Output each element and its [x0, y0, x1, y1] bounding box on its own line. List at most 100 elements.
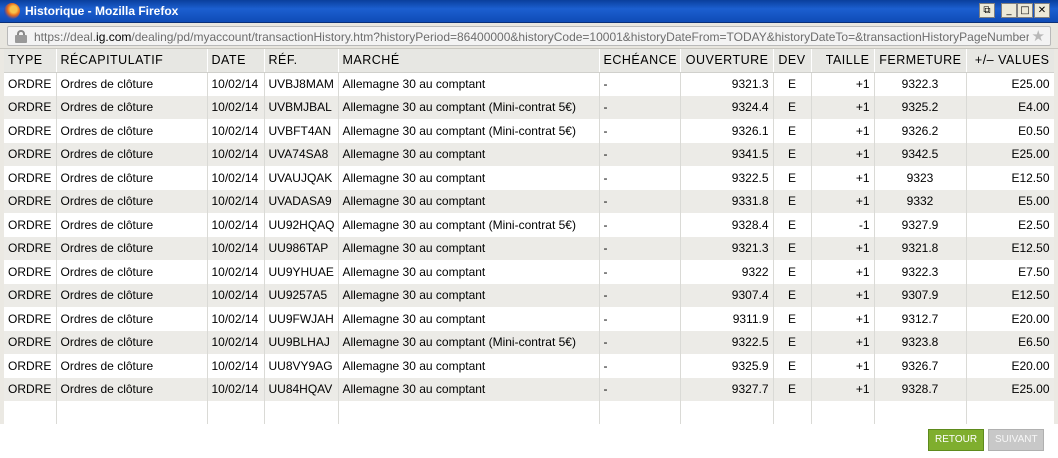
cell-ref: UVADASA9: [264, 189, 339, 213]
close-button[interactable]: ✕: [1034, 3, 1050, 18]
table-row[interactable]: ORDRE Ordres de clôture 10/02/14 UVBJ8MAM Al…: [4, 72, 1054, 96]
url-text[interactable]: https://deal.ig.com/dealing/pd/myaccount…: [34, 30, 1029, 44]
column-header-taille[interactable]: TAILLE: [811, 49, 875, 73]
cell-date: 10/02/14: [207, 377, 265, 401]
cell-taille: +1: [811, 307, 875, 331]
cell-marche: Allemagne 30 au comptant (Mini-contrat 5…: [338, 330, 600, 354]
cell-recapitulatif: Ordres de clôture: [56, 260, 208, 284]
table-row[interactable]: ORDRE Ordres de clôture 10/02/14 UVA74SA8 Al…: [4, 142, 1054, 166]
cell-fermeture: 9322.3: [874, 260, 967, 284]
cell-recapitulatif: Ordres de clôture: [56, 307, 208, 331]
empty-cell: [811, 401, 875, 424]
cell-dev: E: [773, 330, 812, 354]
table-row[interactable]: ORDRE Ordres de clôture 10/02/14 UU92HQAQ Al…: [4, 213, 1054, 237]
cell-taille: +1: [811, 236, 875, 260]
retour-button[interactable]: RETOUR: [928, 429, 984, 451]
column-header-type[interactable]: TYPE: [4, 49, 57, 73]
cell-dev: E: [773, 142, 812, 166]
cell-echeance: -: [599, 354, 681, 378]
cell-date: 10/02/14: [207, 283, 265, 307]
cell-recapitulatif: Ordres de clôture: [56, 283, 208, 307]
cell-recapitulatif: Ordres de clôture: [56, 142, 208, 166]
cell-values: E25.00: [966, 142, 1054, 166]
cell-ref: UVBFT4AN: [264, 119, 339, 143]
minimize-button[interactable]: _: [1001, 3, 1017, 18]
cell-fermeture: 9323: [874, 166, 967, 190]
cell-date: 10/02/14: [207, 95, 265, 119]
cell-values: E12.50: [966, 283, 1054, 307]
cell-taille: +1: [811, 166, 875, 190]
cell-ref: UVBJ8MAM: [264, 72, 339, 96]
cell-dev: E: [773, 236, 812, 260]
table-row[interactable]: ORDRE Ordres de clôture 10/02/14 UU986TAP Al…: [4, 236, 1054, 260]
cell-type: ORDRE: [4, 236, 57, 260]
cell-dev: E: [773, 307, 812, 331]
column-header-date[interactable]: DATE: [207, 49, 265, 73]
cell-echeance: -: [599, 189, 681, 213]
empty-cell: [874, 401, 967, 424]
restore-icon[interactable]: ⧉: [979, 3, 995, 18]
empty-cell: [773, 401, 812, 424]
cell-fermeture: 9312.7: [874, 307, 967, 331]
cell-dev: E: [773, 95, 812, 119]
url-bar: https://deal.ig.com/dealing/pd/myaccount…: [0, 23, 1058, 49]
window-title: Historique - Mozilla Firefox: [25, 4, 179, 18]
cell-ouverture: 9311.9: [680, 307, 774, 331]
url-field[interactable]: https://deal.ig.com/dealing/pd/myaccount…: [7, 26, 1051, 46]
cell-marche: Allemagne 30 au comptant: [338, 142, 600, 166]
cell-values: E25.00: [966, 72, 1054, 96]
maximize-button[interactable]: □: [1017, 3, 1033, 18]
table-row[interactable]: ORDRE Ordres de clôture 10/02/14 UU8VY9AG Al…: [4, 354, 1054, 378]
cell-fermeture: 9326.7: [874, 354, 967, 378]
cell-ouverture: 9322: [680, 260, 774, 284]
table-row[interactable]: ORDRE Ordres de clôture 10/02/14 UU9BLHAJ Al…: [4, 330, 1054, 354]
cell-values: E4.00: [966, 95, 1054, 119]
table-row[interactable]: ORDRE Ordres de clôture 10/02/14 UVADASA9 Al…: [4, 189, 1054, 213]
column-header-dev[interactable]: DEV: [773, 49, 812, 73]
table-row[interactable]: ORDRE Ordres de clôture 10/02/14 UVAUJQAK Al…: [4, 166, 1054, 190]
cell-values: E6.50: [966, 330, 1054, 354]
cell-marche: Allemagne 30 au comptant: [338, 189, 600, 213]
empty-cell: [264, 401, 339, 424]
column-header-ouverture[interactable]: OUVERTURE: [680, 49, 774, 73]
cell-type: ORDRE: [4, 213, 57, 237]
window-titlebar: Historique - Mozilla Firefox ⧉ _ □ ✕: [0, 0, 1058, 23]
cell-fermeture: 9342.5: [874, 142, 967, 166]
cell-recapitulatif: Ordres de clôture: [56, 213, 208, 237]
cell-echeance: -: [599, 377, 681, 401]
table-row[interactable]: ORDRE Ordres de clôture 10/02/14 UU9YHUAE Al…: [4, 260, 1054, 284]
column-header-fermeture[interactable]: FERMETURE: [874, 49, 967, 73]
cell-echeance: -: [599, 236, 681, 260]
column-header-values[interactable]: +/– VALUES: [966, 49, 1054, 73]
cell-echeance: -: [599, 95, 681, 119]
suivant-button[interactable]: SUIVANT: [988, 429, 1044, 451]
cell-ref: UVAUJQAK: [264, 166, 339, 190]
column-header-recapitulatif[interactable]: RÉCAPITULATIF: [56, 49, 208, 73]
cell-ref: UU9BLHAJ: [264, 330, 339, 354]
cell-taille: +1: [811, 354, 875, 378]
cell-ouverture: 9307.4: [680, 283, 774, 307]
table-row[interactable]: ORDRE Ordres de clôture 10/02/14 UVBMJBAL Al…: [4, 95, 1054, 119]
cell-taille: +1: [811, 260, 875, 284]
cell-echeance: -: [599, 213, 681, 237]
column-header-marche[interactable]: MARCHÉ: [338, 49, 600, 73]
table-row[interactable]: ORDRE Ordres de clôture 10/02/14 UU84HQAV Al…: [4, 377, 1054, 401]
cell-values: E12.50: [966, 166, 1054, 190]
cell-ref: UU986TAP: [264, 236, 339, 260]
cell-type: ORDRE: [4, 307, 57, 331]
firefox-icon: [4, 3, 20, 19]
cell-dev: E: [773, 72, 812, 96]
cell-ref: UU92HQAQ: [264, 213, 339, 237]
cell-date: 10/02/14: [207, 189, 265, 213]
cell-type: ORDRE: [4, 354, 57, 378]
column-header-ref[interactable]: RÉF.: [264, 49, 339, 73]
table-row[interactable]: ORDRE Ordres de clôture 10/02/14 UU9FWJAH Al…: [4, 307, 1054, 331]
cell-marche: Allemagne 30 au comptant: [338, 72, 600, 96]
bookmark-star-icon[interactable]: ★: [1032, 27, 1045, 45]
table-row[interactable]: ORDRE Ordres de clôture 10/02/14 UVBFT4AN Al…: [4, 119, 1054, 143]
cell-echeance: -: [599, 307, 681, 331]
cell-type: ORDRE: [4, 189, 57, 213]
table-row[interactable]: ORDRE Ordres de clôture 10/02/14 UU9257A5 Al…: [4, 283, 1054, 307]
column-header-echeance[interactable]: ECHÉANCE: [599, 49, 681, 73]
empty-cell: [966, 401, 1054, 424]
